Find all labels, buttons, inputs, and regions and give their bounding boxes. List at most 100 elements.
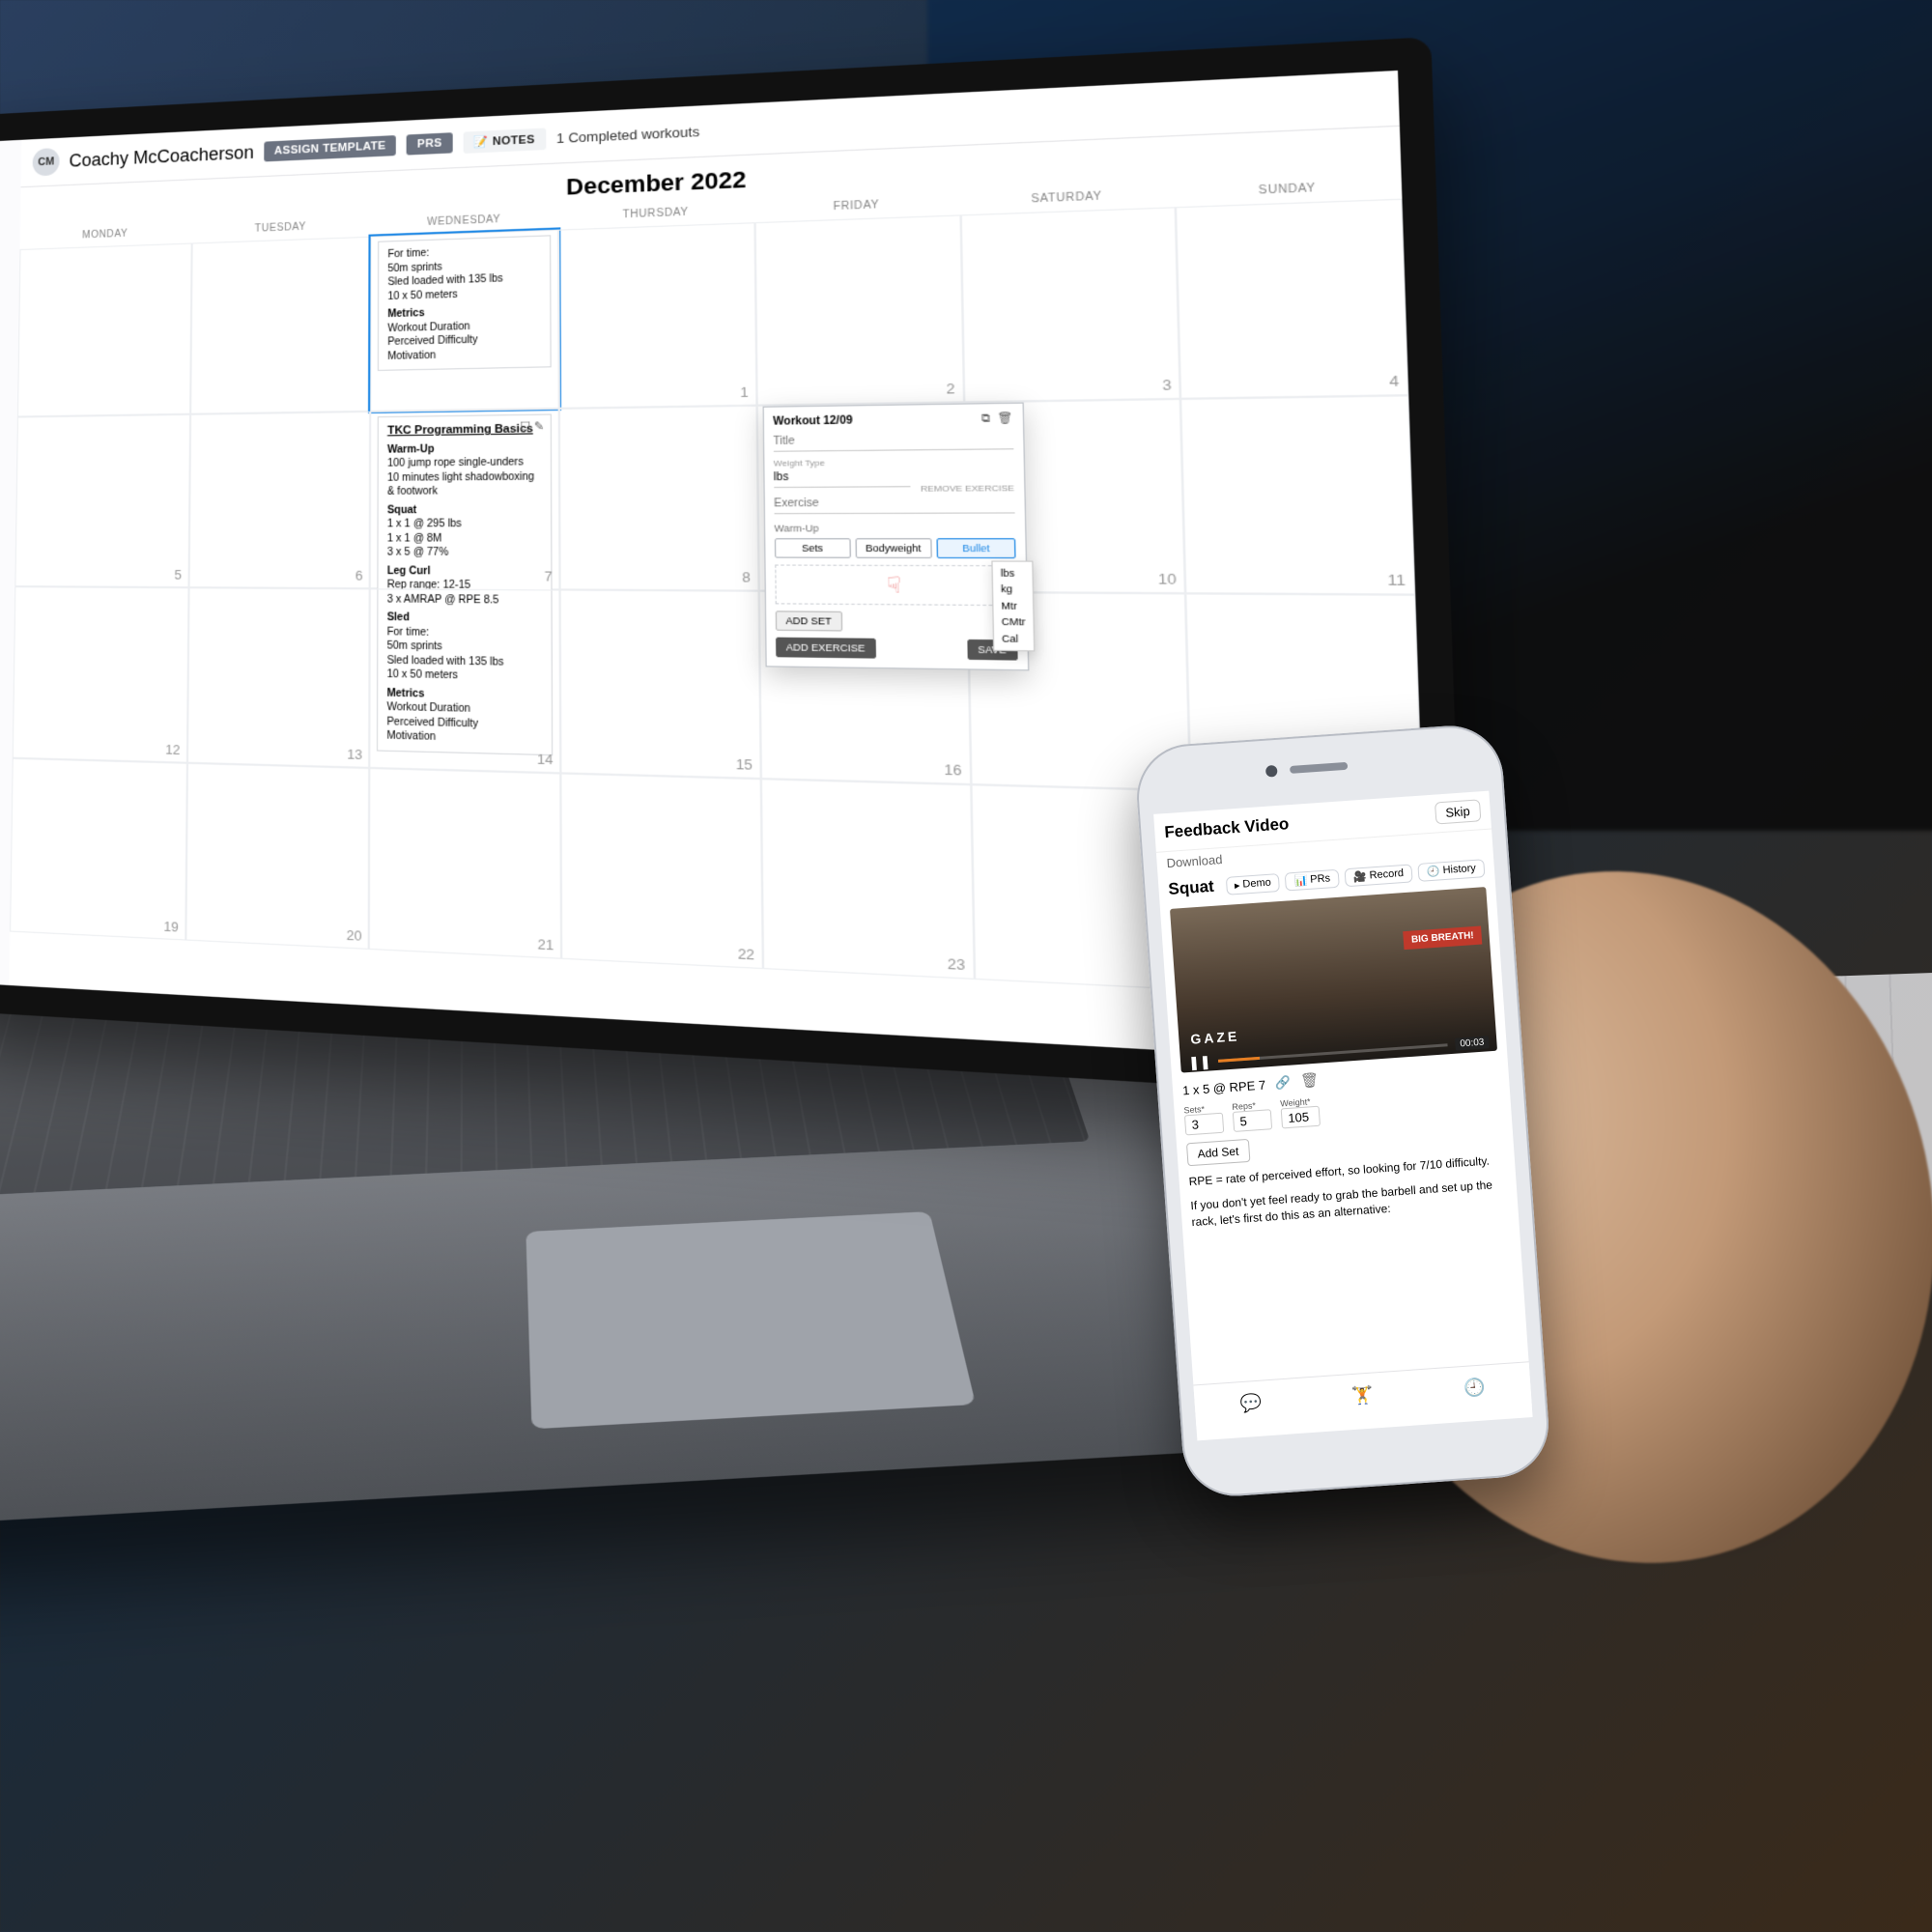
- reps-value[interactable]: 5: [1233, 1109, 1272, 1132]
- unit-option[interactable]: kg: [1001, 582, 1025, 598]
- calendar-cell[interactable]: 11: [1180, 395, 1415, 594]
- video-cue-badge: BIG BREATH!: [1403, 926, 1482, 951]
- calendar-cell[interactable]: 13: [187, 587, 371, 768]
- tab-history-icon[interactable]: 🕘: [1463, 1377, 1486, 1399]
- delete-icon[interactable]: 🗑: [997, 412, 1012, 425]
- metric-item: Workout Duration: [387, 321, 469, 334]
- title-input[interactable]: [773, 429, 1013, 451]
- video-time: 00:03: [1455, 1036, 1490, 1050]
- history-button[interactable]: 🕘 History: [1417, 859, 1485, 882]
- calendar-cell[interactable]: 22: [561, 773, 763, 969]
- laptop-trackpad: [526, 1211, 976, 1429]
- set-label: 1 x 5 @ RPE 7: [1182, 1078, 1266, 1098]
- video-progress[interactable]: [1218, 1043, 1447, 1063]
- skip-button[interactable]: Skip: [1435, 799, 1482, 824]
- video-player[interactable]: BIG BREATH! GAZE ❚❚ 00:03: [1170, 887, 1497, 1072]
- calendar-cell[interactable]: 20: [185, 763, 370, 950]
- pause-icon[interactable]: ❚❚: [1188, 1053, 1212, 1071]
- day-number: 3: [1162, 377, 1172, 394]
- calendar-cell[interactable]: 23: [761, 779, 975, 980]
- video-cue-gaze: GAZE: [1190, 1028, 1240, 1047]
- workout-card-sled[interactable]: For time: 50m sprints Sled loaded with 1…: [378, 235, 552, 371]
- calendar-cell[interactable]: 1: [558, 222, 756, 409]
- calendar-cell[interactable]: 12: [13, 586, 188, 763]
- card-line: 10 minutes light shadowboxing & footwork: [387, 471, 534, 498]
- client-name: Coachy McCoacherson: [69, 142, 254, 172]
- bottom-tab-bar: 💬 🏋️ 🕘: [1193, 1361, 1531, 1429]
- card-action-icons[interactable]: ☐ ✎: [520, 419, 544, 436]
- weight-field[interactable]: Weight* 105: [1280, 1096, 1321, 1129]
- unit-option[interactable]: CMtr: [1002, 614, 1026, 631]
- calendar-cell[interactable]: 21: [369, 768, 561, 959]
- unit-option[interactable]: Cal: [1002, 630, 1026, 646]
- tab-sets[interactable]: Sets: [775, 538, 851, 558]
- demo-button[interactable]: ▸ Demo: [1225, 872, 1280, 895]
- dow-monday: MONDAY: [20, 226, 192, 243]
- card-line: 50m sprints: [387, 261, 442, 274]
- day-number: 7: [544, 568, 552, 584]
- day-number: 16: [944, 761, 962, 779]
- calendar-cell[interactable]: 15: [560, 589, 761, 779]
- exercise-input[interactable]: [774, 494, 1014, 515]
- calendar-cell[interactable]: 8: [559, 406, 759, 591]
- calendar-cell[interactable]: Workout 12/09 ⧉ 🗑 Weight Type lbs: [756, 402, 967, 592]
- calendar-cell[interactable]: 3: [960, 207, 1180, 402]
- calendar-cell[interactable]: [17, 243, 191, 417]
- sets-value[interactable]: 3: [1184, 1113, 1224, 1136]
- calendar-cell-today[interactable]: For time: 50m sprints Sled loaded with 1…: [371, 230, 559, 412]
- day-number: 14: [537, 751, 554, 767]
- copy-icon[interactable]: ⧉: [981, 412, 990, 425]
- calendar-cell[interactable]: 2: [754, 214, 963, 405]
- avatar[interactable]: CM: [33, 148, 60, 177]
- day-number: 21: [537, 936, 554, 953]
- section-warmup: Warm-Up: [775, 523, 1015, 534]
- calendar-cell[interactable]: [190, 237, 371, 414]
- dow-friday: FRIDAY: [754, 196, 960, 215]
- card-line: 1 x 1 @ 8M: [387, 533, 442, 545]
- tab-chat-icon[interactable]: 💬: [1239, 1393, 1263, 1415]
- notes-button[interactable]: 📝 NOTES: [464, 128, 546, 154]
- record-button[interactable]: 🎥 Record: [1344, 864, 1412, 887]
- card-line: 100 jump rope single-unders: [387, 457, 524, 469]
- calendar-cell[interactable]: 5: [14, 414, 189, 587]
- calendar-cell[interactable]: 19: [10, 758, 187, 941]
- calendar-cell[interactable]: 4: [1176, 199, 1408, 399]
- tab-bullet[interactable]: Bullet: [937, 538, 1016, 558]
- day-number: 15: [736, 755, 753, 773]
- link-icon[interactable]: 🔗: [1274, 1075, 1291, 1092]
- trash-icon[interactable]: 🗑: [1299, 1071, 1319, 1090]
- dow-saturday: SATURDAY: [960, 187, 1176, 208]
- day-number: 6: [355, 568, 363, 583]
- calendar-cell[interactable]: ☐ ✎ TKC Programming Basics Warm-Up 100 j…: [370, 409, 560, 590]
- day-number: 12: [165, 742, 180, 757]
- weight-type-select[interactable]: lbs: [774, 468, 911, 489]
- unit-option[interactable]: lbs: [1001, 565, 1025, 582]
- day-number: 1: [740, 384, 749, 400]
- calendar-cell[interactable]: 6: [188, 412, 370, 588]
- tab-workout-icon[interactable]: 🏋️: [1351, 1385, 1375, 1407]
- phone: Feedback Video Skip Download Squat ▸ Dem…: [1133, 723, 1551, 1500]
- tab-bodyweight[interactable]: Bodyweight: [855, 538, 932, 558]
- add-set-button[interactable]: Add Set: [1186, 1139, 1250, 1166]
- dow-wednesday: WEDNESDAY: [371, 212, 558, 230]
- set-type-tabs: Sets Bodyweight Bullet: [775, 538, 1016, 558]
- calendar-cell[interactable]: 14: [370, 588, 561, 773]
- unit-dropdown[interactable]: lbs kg Mtr CMtr Cal: [992, 560, 1035, 651]
- card-line: 1 x 1 @ 295 lbs: [387, 519, 462, 530]
- day-number: 23: [948, 955, 966, 974]
- reps-field[interactable]: Reps* 5: [1232, 1099, 1272, 1132]
- bullet-editor-area[interactable]: ☟: [775, 564, 1016, 606]
- unit-option[interactable]: Mtr: [1001, 598, 1025, 614]
- sets-field[interactable]: Sets* 3: [1183, 1103, 1224, 1136]
- add-set-button[interactable]: ADD SET: [776, 611, 842, 631]
- day-number: 11: [1387, 571, 1406, 588]
- workout-editor-popover: Workout 12/09 ⧉ 🗑 Weight Type lbs: [762, 403, 1029, 671]
- remove-exercise-link[interactable]: REMOVE EXERCISE: [921, 483, 1014, 494]
- add-exercise-button[interactable]: ADD EXERCISE: [776, 638, 876, 659]
- prs-button[interactable]: PRS: [407, 132, 453, 155]
- weight-value[interactable]: 105: [1281, 1106, 1321, 1129]
- assign-template-button[interactable]: ASSIGN TEMPLATE: [264, 135, 396, 161]
- day-number: 4: [1389, 372, 1400, 389]
- card-line: For time:: [387, 247, 429, 260]
- prs-button[interactable]: 📊 PRs: [1285, 868, 1340, 891]
